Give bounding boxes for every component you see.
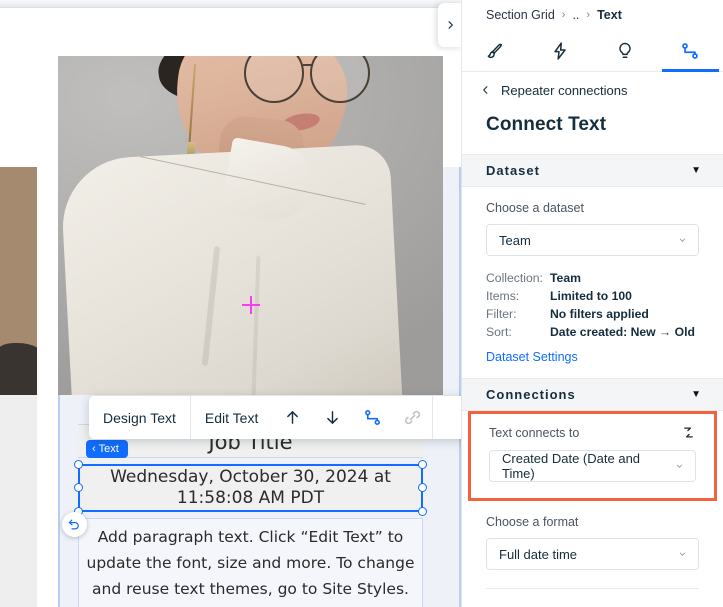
breadcrumb-current: Text	[597, 8, 622, 22]
chevron-down-icon[interactable]: ▼	[691, 389, 701, 400]
move-down-button[interactable]	[312, 396, 352, 439]
tab-design[interactable]	[462, 30, 527, 71]
chevron-left-icon	[483, 86, 488, 94]
detail-key: Collection:	[486, 271, 543, 285]
lightbulb-icon	[619, 42, 631, 58]
breadcrumb-separator-2: ›	[586, 9, 591, 21]
format-select-value: Full date time	[499, 546, 578, 562]
connection-icon	[364, 410, 380, 425]
detail-value: No filters applied	[550, 307, 649, 321]
dataset-settings-link[interactable]: Dataset Settings	[486, 350, 699, 364]
tab-connect[interactable]	[658, 30, 723, 72]
chevron-right-icon	[448, 21, 453, 29]
connections-section-body: Text connects to Created Date (Date and …	[462, 411, 723, 589]
item-photo[interactable]	[58, 56, 443, 395]
text-connects-row: Text connects to	[489, 425, 696, 440]
arrow-up-icon	[287, 411, 298, 424]
selected-text-element[interactable]: Wednesday, October 30, 2024 at 11:58:08 …	[74, 460, 427, 516]
chevron-down-icon	[676, 464, 683, 468]
adjacent-repeater-item[interactable]	[0, 167, 37, 395]
dataset-select[interactable]: Team	[486, 224, 699, 256]
dataset-section-header[interactable]: Dataset ▼	[462, 154, 723, 187]
design-text-button[interactable]: Design Text	[89, 396, 190, 439]
detail-value: Team	[550, 271, 581, 285]
arrow-down-icon	[327, 411, 338, 424]
canvas-left-gutter	[0, 395, 37, 607]
dataset-section-body: Choose a dataset Team Collection: Team I…	[462, 187, 723, 364]
tab-ideas[interactable]	[593, 30, 658, 71]
resize-handle-middle-right[interactable]	[418, 483, 427, 492]
canvas-top-chrome	[0, 0, 461, 8]
resize-handle-bottom-right[interactable]	[418, 507, 427, 516]
format-section: Choose a format Full date time	[462, 501, 723, 589]
collapse-panel-button[interactable]	[438, 3, 461, 47]
badge-label: Text	[98, 443, 119, 455]
photo-glasses-bridge	[303, 64, 313, 66]
format-select[interactable]: Full date time	[486, 538, 699, 570]
breadcrumb-separator-1: ›	[561, 9, 566, 21]
connections-section-header[interactable]: Connections ▼	[462, 378, 723, 411]
undo-icon	[68, 519, 79, 530]
detail-key: Filter:	[486, 307, 517, 321]
undo-button[interactable]	[62, 512, 87, 537]
text-connects-select[interactable]: Created Date (Date and Time)	[489, 450, 696, 482]
resize-handle-top-left[interactable]	[74, 460, 83, 469]
edit-text-button[interactable]: Edit Text	[191, 396, 272, 439]
breadcrumb-ellipsis[interactable]: ..	[572, 8, 579, 22]
text-connects-highlight: Text connects to Created Date (Date and …	[468, 411, 717, 501]
connection-swap-icon[interactable]	[681, 425, 696, 440]
back-link-label: Repeater connections	[501, 82, 628, 98]
detail-row-items: Items: Limited to 100	[486, 287, 699, 305]
choose-format-label: Choose a format	[486, 515, 579, 529]
element-toolbar[interactable]: Design Text Edit Text	[89, 396, 461, 439]
detail-row-sort: Sort: Date created: New → Old	[486, 323, 699, 341]
dataset-details: Collection: Team Items: Limited to 100 F…	[486, 269, 699, 341]
tab-animations[interactable]	[527, 30, 592, 71]
selected-text-value: Wednesday, October 30, 2024 at 11:58:08 …	[110, 467, 391, 508]
dataset-section-title: Dataset	[486, 163, 540, 178]
back-to-repeater-connections[interactable]: Repeater connections	[462, 72, 723, 108]
paragraph-text[interactable]: Add paragraph text. Click “Edit Text” to…	[82, 524, 419, 602]
chevron-down-icon	[679, 238, 686, 242]
panel-tabs[interactable]	[462, 30, 723, 72]
text-connects-value: Created Date (Date and Time)	[502, 451, 641, 481]
text-connects-label: Text connects to	[489, 425, 580, 440]
lightning-bolt-icon	[554, 41, 566, 60]
breadcrumb[interactable]: Section Grid › .. › Text	[462, 0, 723, 30]
dataset-select-value: Team	[499, 232, 531, 248]
adjacent-item-photo	[0, 343, 37, 395]
chevron-down-icon	[679, 552, 686, 556]
toolbar-overflow-button[interactable]	[433, 396, 461, 439]
resize-handle-top-right[interactable]	[418, 460, 427, 469]
connect-data-button[interactable]	[352, 396, 392, 439]
move-up-button[interactable]	[272, 396, 312, 439]
connections-section-title: Connections	[486, 387, 576, 402]
paintbrush-icon	[487, 43, 502, 58]
breadcrumb-root[interactable]: Section Grid	[486, 8, 555, 22]
panel-divider	[486, 588, 699, 589]
resize-handle-middle-left[interactable]	[74, 483, 83, 492]
connect-panel: Section Grid › .. › Text Repeater connec…	[461, 0, 723, 607]
detail-row-filter: Filter: No filters applied	[486, 305, 699, 323]
editor-window: Job Title Add paragraph text. Click “Edi…	[0, 0, 723, 607]
chevron-down-icon[interactable]: ▼	[691, 165, 701, 176]
page-title: Connect Text	[486, 114, 607, 135]
detail-value: Limited to 100	[550, 289, 632, 303]
link-icon	[404, 410, 420, 425]
detail-key: Items:	[486, 289, 520, 303]
badge-chevron-left-icon: ‹	[92, 443, 96, 455]
detail-key: Sort:	[486, 325, 512, 339]
link-button[interactable]	[392, 396, 432, 439]
editor-canvas[interactable]: Job Title Add paragraph text. Click “Edi…	[0, 0, 461, 607]
detail-value: Date created: New → Old	[550, 325, 695, 339]
connection-icon	[682, 42, 699, 59]
element-type-badge[interactable]: ‹ Text	[86, 440, 128, 458]
detail-row-collection: Collection: Team	[486, 269, 699, 287]
choose-dataset-label: Choose a dataset	[486, 201, 584, 215]
